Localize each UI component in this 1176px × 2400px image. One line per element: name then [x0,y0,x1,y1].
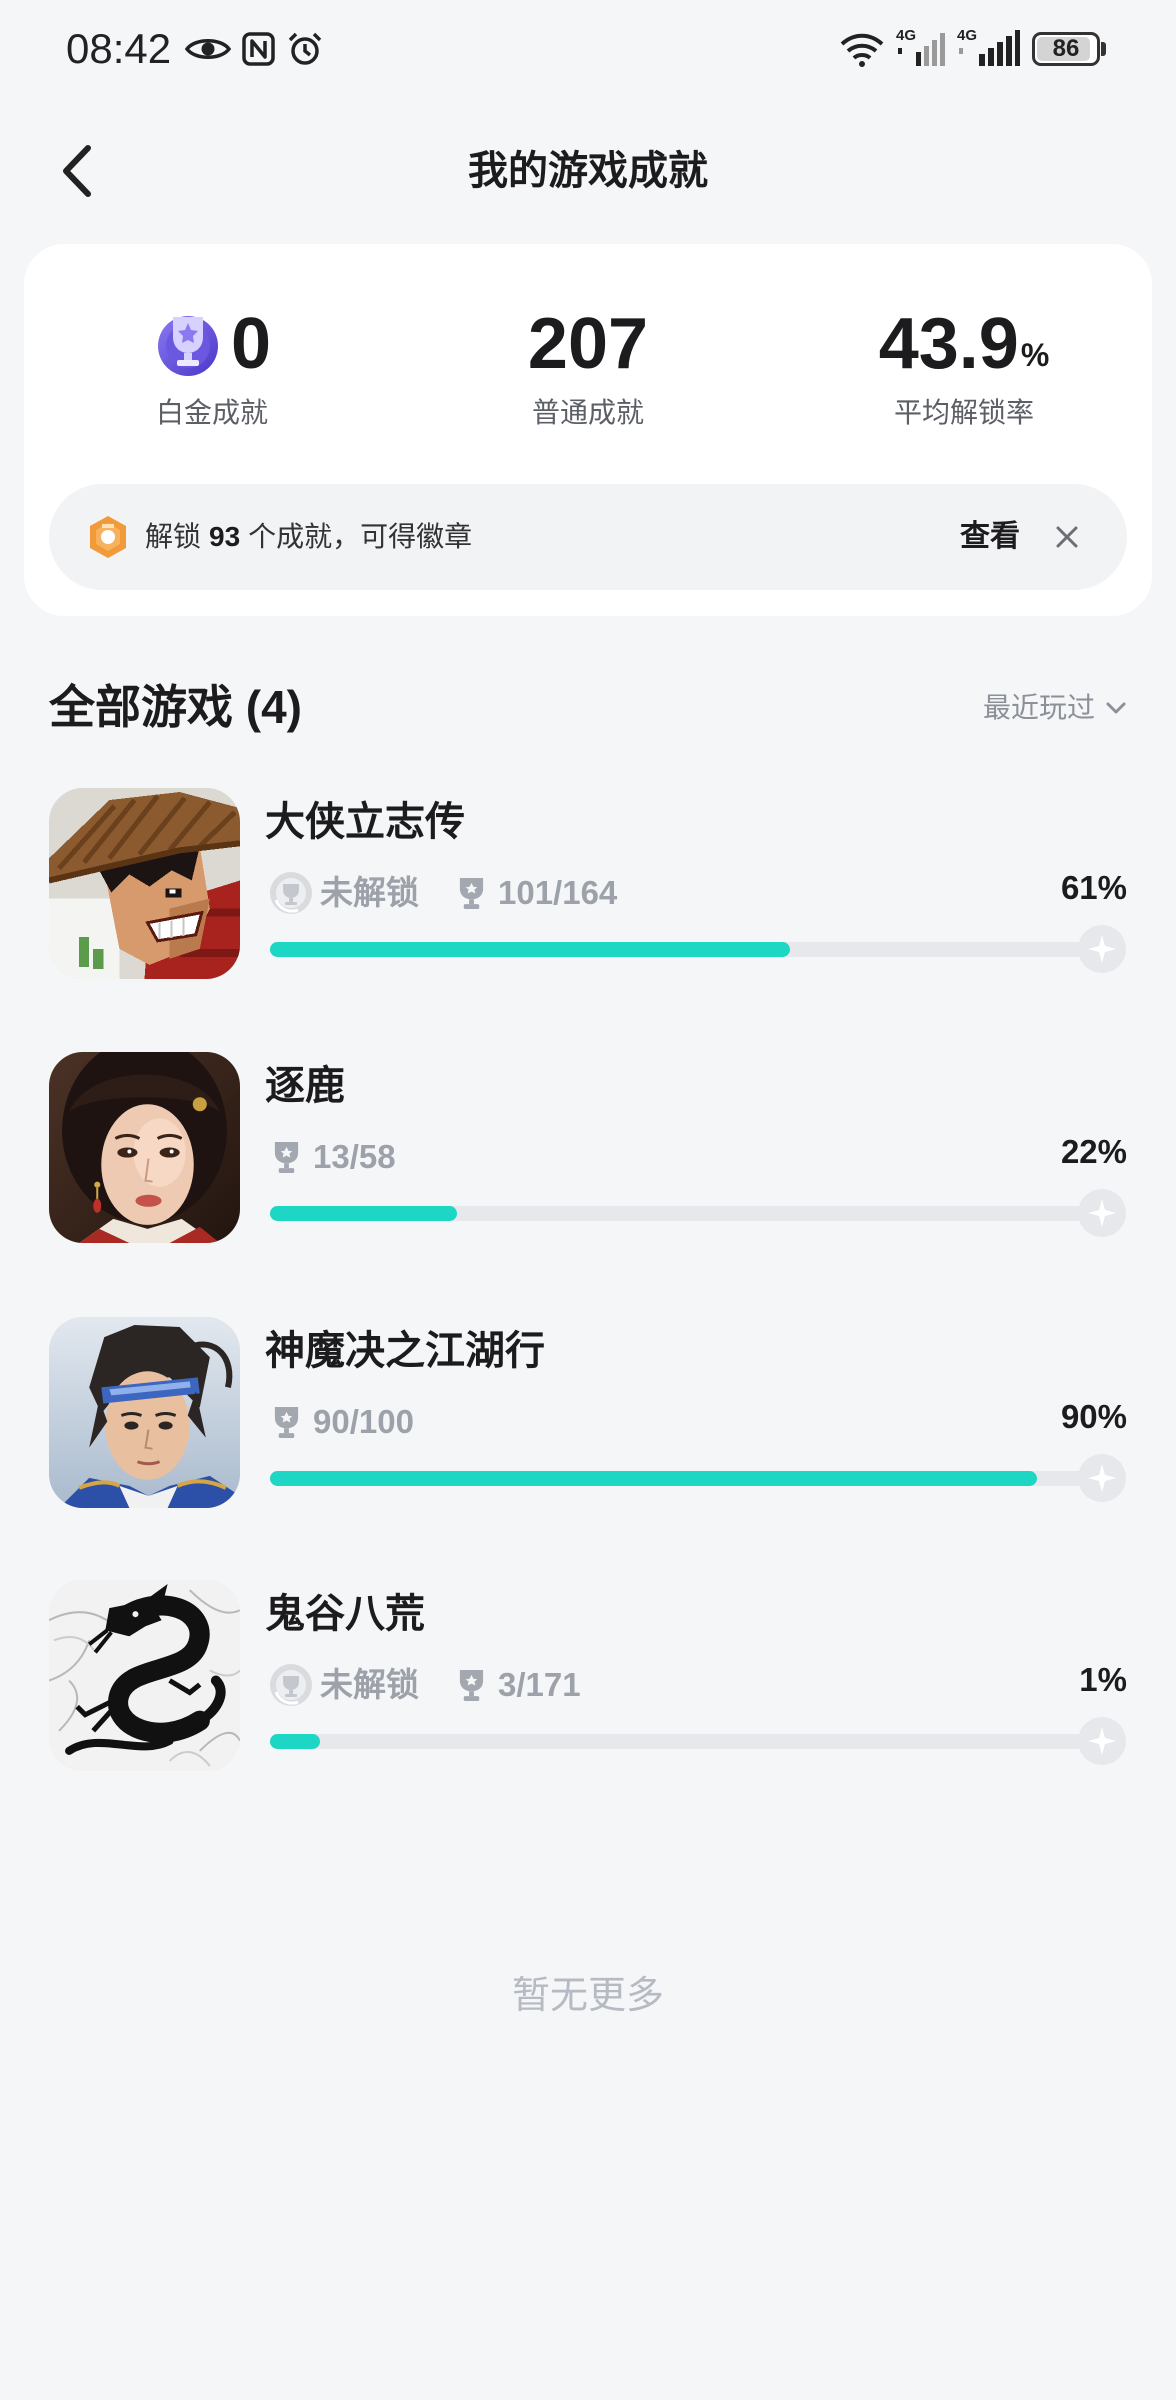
game-row[interactable]: 鬼谷八荒 未解锁 3/171 1% [0,1580,1176,1820]
achievement-stats: 未解锁 3/171 [268,1662,581,1708]
achievement-count: 13/58 [313,1138,396,1175]
sort-dropdown[interactable]: 最近玩过 [983,688,1127,728]
game-title: 逐鹿 [265,1064,345,1108]
trophy-icon [457,876,486,911]
nfc-icon [242,32,275,66]
completion-sparkle-icon [1078,1454,1126,1502]
unlock-rate-label: 平均解锁率 [893,397,1034,428]
no-more-text: 暂无更多 [511,1975,664,2017]
completion-sparkle-icon [1078,1717,1126,1765]
achievement-summary-card: 0 白金成就 207 普通成就 43.9 % 平均解锁率 解锁 93 个成就，可得徽… [24,244,1152,616]
status-time: 08:42 [66,25,172,72]
platinum-status: 未解锁 [320,1666,419,1703]
progress-fill [270,1734,320,1749]
game-cover-image[interactable] [49,1317,240,1508]
unlock-rate-unit: % [1020,337,1050,373]
alarm-icon [288,32,322,65]
unlock-percentage: 22% [1060,1133,1127,1170]
status-bar: 08:42 4G 4G 86 [0,0,1176,100]
battery-icon: 86 [1032,32,1100,66]
progress-bar [270,1734,1122,1749]
banner-suffix: 个成就，可得徽章 [248,521,473,552]
sort-label: 最近玩过 [982,692,1095,723]
achievement-count: 101/164 [498,874,618,911]
game-title: 大侠立志传 [265,800,465,844]
achievement-stats: 90/100 [268,1399,414,1445]
game-row[interactable]: 神魔决之江湖行 90/100 90% [0,1317,1176,1557]
unlock-percentage: 61% [1060,869,1127,906]
battery-level: 86 [1052,35,1080,62]
page-title: 我的游戏成就 [468,149,708,193]
banner-prefix: 解锁 [145,521,202,552]
signal-icon: 4G [896,28,948,68]
completion-sparkle-icon [1078,925,1126,973]
chevron-down-icon [1106,702,1126,714]
unlock-percentage: 90% [1060,1398,1127,1435]
completion-sparkle-icon [1078,1189,1126,1237]
unlock-rate-stat[interactable]: 43.9 % 平均解锁率 [776,244,1152,444]
progress-bar [270,1206,1122,1221]
unlock-percentage: 1% [1079,1661,1127,1698]
achievement-count: 90/100 [313,1403,414,1440]
game-list-title: 全部游戏 (4) [49,681,302,733]
normal-achievements-stat[interactable]: 207 普通成就 [400,244,776,444]
normal-label: 普通成就 [531,397,644,428]
platinum-badge-icon [268,870,314,916]
progress-fill [270,942,790,957]
achievement-stats: 13/58 [268,1134,396,1180]
trophy-icon [272,1405,301,1440]
badge-icon [90,516,126,558]
trophy-icon [457,1668,486,1703]
achievement-count: 3/171 [498,1666,581,1703]
wifi-icon [840,33,884,67]
progress-fill [270,1471,1037,1486]
platinum-count: 0 [230,304,272,384]
achievement-stats: 未解锁 101/164 [268,870,617,916]
trophy-icon [272,1140,301,1175]
progress-fill [270,1206,458,1221]
game-row[interactable]: 逐鹿 13/58 22% [0,1052,1176,1292]
view-badge-button[interactable]: 查看 [955,484,1025,590]
signal-icon: 4G [957,28,1021,68]
game-cover-image[interactable] [49,788,240,979]
banner-count: 93 [209,521,241,552]
progress-bar [270,1471,1122,1486]
badge-reward-banner[interactable]: 解锁 93 个成就，可得徽章 查看 [49,484,1127,590]
platinum-trophy-icon [157,316,218,376]
eye-icon [185,39,231,59]
game-row[interactable]: 大侠立志传 未解锁 101/164 61% [0,788,1176,1028]
platinum-badge-icon [268,1662,314,1708]
game-title: 鬼谷八荒 [265,1592,425,1636]
normal-count: 207 [527,304,649,384]
platinum-achievements-stat[interactable]: 0 白金成就 [24,244,400,444]
platinum-label: 白金成就 [155,397,268,428]
progress-bar [270,942,1122,957]
game-cover-image[interactable] [49,1580,240,1771]
game-title: 神魔决之江湖行 [265,1329,545,1373]
unlock-rate-value: 43.9 [878,304,1019,384]
close-icon[interactable] [1054,524,1080,550]
platinum-status: 未解锁 [320,874,419,911]
game-cover-image[interactable] [49,1052,240,1243]
